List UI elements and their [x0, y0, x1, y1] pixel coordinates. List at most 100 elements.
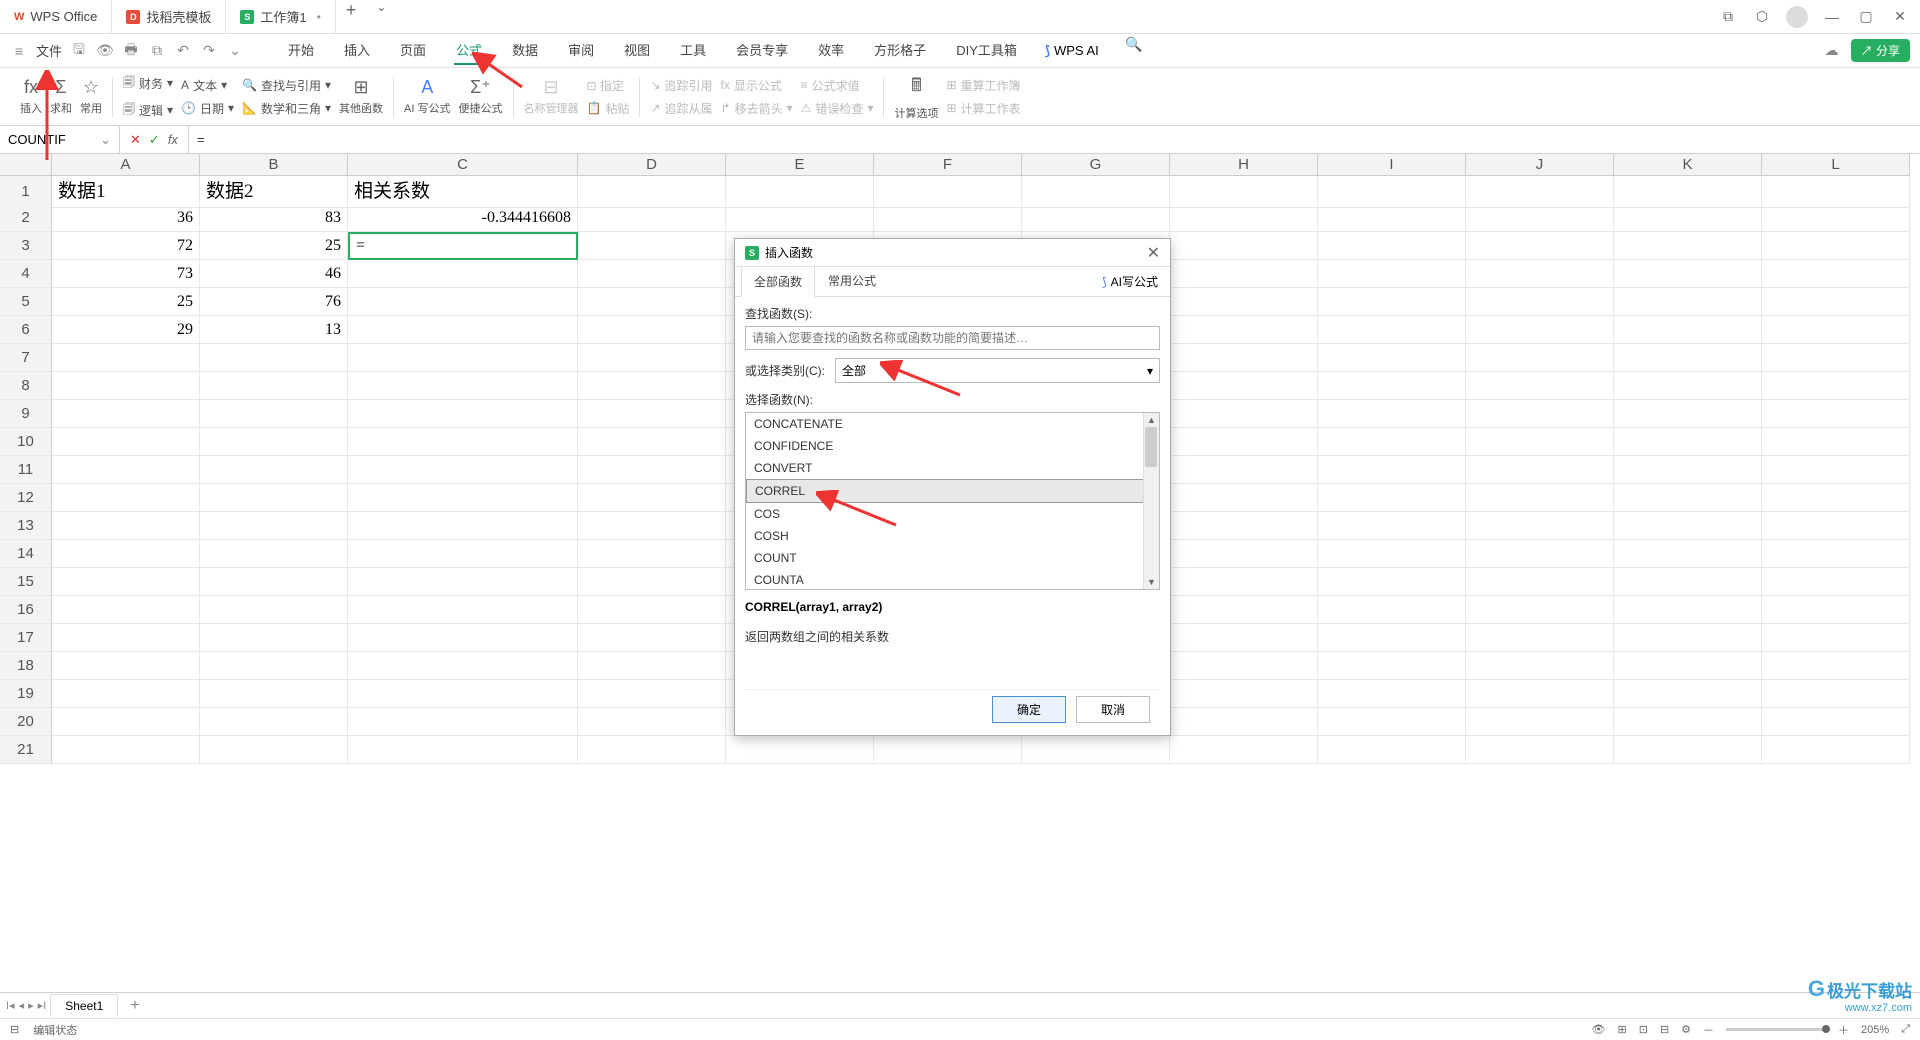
col-header[interactable]: I	[1318, 154, 1466, 176]
cell-H17[interactable]	[1170, 624, 1318, 652]
col-header[interactable]: D	[578, 154, 726, 176]
cloud-icon[interactable]: ☁	[1823, 42, 1841, 59]
cell-D7[interactable]	[578, 344, 726, 372]
cancel-button[interactable]: 取消	[1076, 696, 1150, 723]
lookup-button[interactable]: 🔍 查找与引用 ▾	[242, 77, 331, 94]
cell-A3[interactable]: 72	[52, 232, 200, 260]
cell-B10[interactable]	[200, 428, 348, 456]
cell-J9[interactable]	[1466, 400, 1614, 428]
cell-A16[interactable]	[52, 596, 200, 624]
tab-insert[interactable]: 插入	[342, 36, 372, 65]
cell-C5[interactable]	[348, 288, 578, 316]
cell-A15[interactable]	[52, 568, 200, 596]
sheet-first-icon[interactable]: I◂	[6, 999, 15, 1012]
row-header[interactable]: 8	[0, 372, 52, 400]
tab-formula[interactable]: 公式	[454, 36, 484, 65]
cell-K2[interactable]	[1614, 204, 1762, 232]
cell-C8[interactable]	[348, 372, 578, 400]
cell-H15[interactable]	[1170, 568, 1318, 596]
row-header[interactable]: 18	[0, 652, 52, 680]
cell-K18[interactable]	[1614, 652, 1762, 680]
cell-J15[interactable]	[1466, 568, 1614, 596]
cell-L13[interactable]	[1762, 512, 1910, 540]
cell-L15[interactable]	[1762, 568, 1910, 596]
cell-H9[interactable]	[1170, 400, 1318, 428]
sheet-next-icon[interactable]: ▸	[28, 999, 34, 1012]
quick-formula-button[interactable]: Σ⁺便捷公式	[459, 77, 503, 116]
cell-L2[interactable]	[1762, 204, 1910, 232]
cell-A14[interactable]	[52, 540, 200, 568]
share-button[interactable]: ↗ 分享	[1851, 39, 1910, 62]
cell-D10[interactable]	[578, 428, 726, 456]
cell-B4[interactable]: 46	[200, 260, 348, 288]
print-icon[interactable]: 🖶	[122, 39, 140, 63]
cell-I11[interactable]	[1318, 456, 1466, 484]
search-input[interactable]	[745, 326, 1160, 350]
view-pagebreak-icon[interactable]: ⊟	[1660, 1023, 1669, 1036]
cell-L7[interactable]	[1762, 344, 1910, 372]
ai-formula-button[interactable]: AAI 写公式	[404, 77, 450, 116]
function-list[interactable]: CONCATENATE CONFIDENCE CONVERT CORREL CO…	[745, 412, 1160, 590]
cell-I15[interactable]	[1318, 568, 1466, 596]
cell-D13[interactable]	[578, 512, 726, 540]
cell-D21[interactable]	[578, 736, 726, 764]
cell-H19[interactable]	[1170, 680, 1318, 708]
cell-B5[interactable]: 76	[200, 288, 348, 316]
math-button[interactable]: 📐 数学和三角 ▾	[242, 100, 331, 117]
cell-A12[interactable]	[52, 484, 200, 512]
tab-diy[interactable]: DIY工具箱	[954, 36, 1019, 65]
cell-L20[interactable]	[1762, 708, 1910, 736]
ok-button[interactable]: 确定	[992, 696, 1066, 723]
cell-C2[interactable]: -0.344416608	[348, 204, 578, 232]
cell-C9[interactable]	[348, 400, 578, 428]
calc-opt-button[interactable]: 🖩计算选项	[894, 73, 938, 121]
cell-C16[interactable]	[348, 596, 578, 624]
cell-F21[interactable]	[874, 736, 1022, 764]
row-header[interactable]: 7	[0, 344, 52, 372]
cell-C20[interactable]	[348, 708, 578, 736]
cell-H4[interactable]	[1170, 260, 1318, 288]
cube-icon[interactable]: ⬡	[1752, 8, 1772, 25]
cell-A6[interactable]: 29	[52, 316, 200, 344]
cell-C21[interactable]	[348, 736, 578, 764]
category-select[interactable]: 全部▾	[835, 358, 1160, 383]
cell-J4[interactable]	[1466, 260, 1614, 288]
sheet-last-icon[interactable]: ▸I	[38, 999, 47, 1012]
cell-H8[interactable]	[1170, 372, 1318, 400]
cell-L9[interactable]	[1762, 400, 1910, 428]
cell-J21[interactable]	[1466, 736, 1614, 764]
cell-L17[interactable]	[1762, 624, 1910, 652]
tab-all-functions[interactable]: 全部函数	[741, 266, 815, 297]
cell-K19[interactable]	[1614, 680, 1762, 708]
tab-list-button[interactable]: ⌄	[366, 0, 396, 33]
cell-A17[interactable]	[52, 624, 200, 652]
cell-J10[interactable]	[1466, 428, 1614, 456]
col-header[interactable]: C	[348, 154, 578, 176]
col-header[interactable]: A	[52, 154, 200, 176]
cell-B3[interactable]: 25	[200, 232, 348, 260]
cell-K15[interactable]	[1614, 568, 1762, 596]
undo-icon[interactable]: ↶	[174, 42, 192, 59]
cell-C3[interactable]: =	[348, 232, 578, 260]
copy-icon[interactable]: ⧉	[148, 42, 166, 59]
cell-I13[interactable]	[1318, 512, 1466, 540]
row-header[interactable]: 9	[0, 400, 52, 428]
cell-C11[interactable]	[348, 456, 578, 484]
cell-L11[interactable]	[1762, 456, 1910, 484]
zoom-in-icon[interactable]: ＋	[1838, 1022, 1849, 1038]
cell-E21[interactable]	[726, 736, 874, 764]
text-button[interactable]: A 文本 ▾	[181, 77, 234, 94]
cell-B12[interactable]	[200, 484, 348, 512]
cell-K8[interactable]	[1614, 372, 1762, 400]
cell-C10[interactable]	[348, 428, 578, 456]
col-header[interactable]: H	[1170, 154, 1318, 176]
cell-L19[interactable]	[1762, 680, 1910, 708]
cell-J12[interactable]	[1466, 484, 1614, 512]
cell-K16[interactable]	[1614, 596, 1762, 624]
file-menu[interactable]: 文件	[36, 41, 62, 60]
cell-J16[interactable]	[1466, 596, 1614, 624]
cell-C7[interactable]	[348, 344, 578, 372]
fx-icon[interactable]: fx	[168, 132, 178, 147]
cell-L8[interactable]	[1762, 372, 1910, 400]
cell-H7[interactable]	[1170, 344, 1318, 372]
